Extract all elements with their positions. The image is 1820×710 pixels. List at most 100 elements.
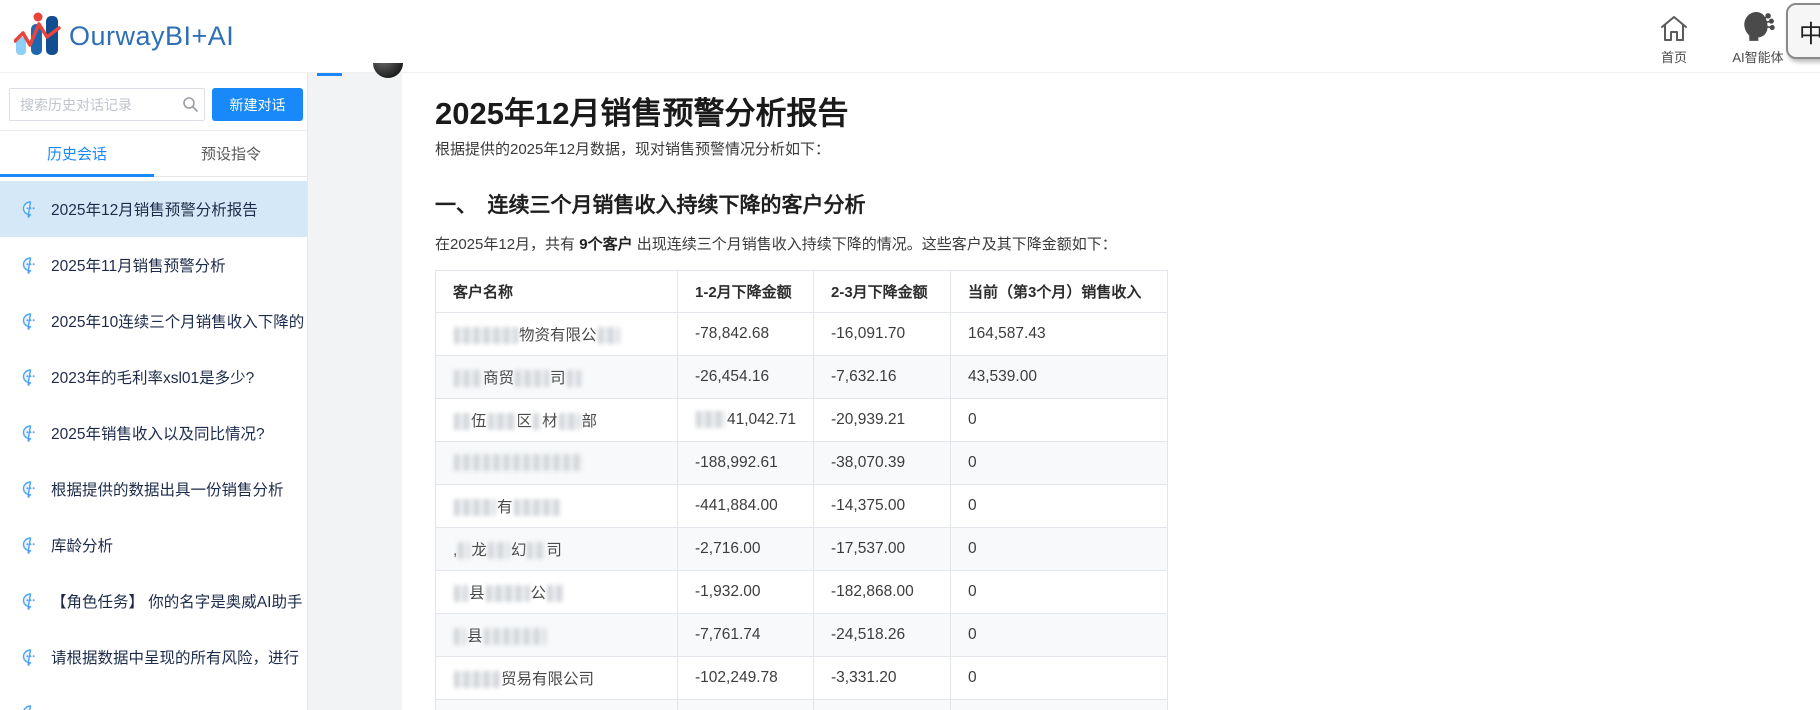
current-revenue-cell: 0: [950, 527, 1168, 571]
sidebar-item[interactable]: 2025年10连续三个月销售收入下降的: [0, 293, 307, 349]
sidebar-list: 2025年12月销售预警分析报告 2025年11月销售预警分析 2025年10连…: [0, 177, 307, 710]
nav-home-label: 首页: [1660, 50, 1687, 65]
language-toggle-button[interactable]: 中: [1786, 3, 1820, 59]
redacted-text: [454, 585, 468, 603]
sidebar-item[interactable]: 2025年11月销售预警分析: [0, 237, 307, 293]
redacted-text: [513, 499, 560, 517]
logo-chart-icon: [13, 11, 62, 62]
redacted-text: [547, 585, 564, 603]
drop-1-2-cell: -78,842.68: [677, 312, 814, 356]
drop-1-2-cell: [677, 699, 814, 710]
redacted-text: [566, 370, 581, 388]
chat-bubble-icon: [22, 480, 39, 498]
current-revenue-cell: 0: [950, 656, 1168, 700]
table-header-row: 客户名称 1-2月下降金额 2-3月下降金额 当前（第3个月）销售收入: [435, 270, 1168, 313]
drop-2-3-cell: -24,518.26: [813, 613, 951, 657]
table-row: 县 -7,761.74 -24,518.26 0: [435, 613, 1168, 657]
sidebar-tabs: 历史会话 预设指令: [0, 130, 307, 177]
chat-bubble-icon: [22, 256, 39, 274]
current-revenue-cell: 164,587.43: [950, 312, 1168, 356]
chat-bubble-icon: [22, 648, 39, 666]
drop-1-2-cell: -441,884.00: [677, 484, 814, 528]
chat-bubble-icon: [22, 704, 39, 710]
chat-bubble-icon: [22, 368, 39, 386]
sidebar-item[interactable]: 2023年的毛利率xsl01是多少?: [0, 349, 307, 405]
current-revenue-cell: 0: [950, 484, 1168, 528]
current-revenue-cell: 0: [950, 613, 1168, 657]
table-row: 贸易有限公司 -102,249.78 -3,331.20 0: [435, 656, 1168, 700]
customer-name-cell: [435, 441, 678, 485]
sidebar-item[interactable]: 2025年销售收入以及同比情况?: [0, 405, 307, 461]
col-drop-2-3: 2-3月下降金额: [813, 270, 951, 313]
customer-name-cell: 伍区材部: [435, 398, 678, 442]
section-1-heading: 一、 连续三个月销售收入持续下降的客户分析: [435, 194, 866, 217]
drop-1-2-cell: -26,454.16: [677, 355, 814, 399]
redacted-text: [533, 413, 542, 431]
drop-2-3-cell: -182,868.00: [813, 570, 951, 614]
sidebar-item-label: 根据提供的数据出具一份销售分析: [51, 482, 284, 499]
sidebar-item-label: 2025年销售收入以及同比情况?: [51, 426, 265, 443]
search-input[interactable]: [9, 88, 205, 121]
customer-name-cell: 商贸司: [435, 355, 678, 399]
nav-ai-agent-label: AI智能体: [1732, 50, 1784, 65]
chat-bubble-icon: [22, 424, 39, 442]
customer-name-cell: 贸易有限公司: [435, 656, 678, 700]
table-row: 有 -441,884.00 -14,375.00 0: [435, 484, 1168, 528]
redacted-text: [454, 671, 500, 689]
redacted-text: [454, 454, 582, 472]
col-current-revenue: 当前（第3个月）销售收入: [950, 270, 1168, 313]
redacted-text: [485, 585, 530, 603]
nav-ai-agent[interactable]: AI智能体: [1720, 10, 1796, 66]
sidebar-item[interactable]: 请根据数据中呈现的所有风险，进行: [0, 629, 307, 685]
chat-bubble-icon: [22, 200, 39, 218]
tab-preset-commands[interactable]: 预设指令: [154, 131, 307, 176]
sidebar-item[interactable]: 库龄分析: [0, 517, 307, 573]
table-row: 伍区材部 41,042.71 -20,939.21 0: [435, 398, 1168, 442]
drop-1-2-cell: -102,249.78: [677, 656, 814, 700]
sidebar-item[interactable]: 2025年12月销售预警分析报告: [0, 181, 307, 237]
tab-history[interactable]: 历史会话: [0, 131, 154, 177]
table-row: [435, 699, 1168, 710]
redacted-text: [454, 370, 482, 388]
sidebar-item[interactable]: [0, 685, 307, 710]
drop-1-2-cell: -188,992.61: [677, 441, 814, 485]
sidebar-item-label: 2025年11月销售预警分析: [51, 258, 226, 275]
table-row: 物资有限公 -78,842.68 -16,091.70 164,587.43: [435, 312, 1168, 356]
chat-bubble-icon: [22, 592, 39, 610]
redacted-text: [487, 413, 516, 431]
warning-table: 客户名称 1-2月下降金额 2-3月下降金额 当前（第3个月）销售收入 物资有限…: [435, 270, 1168, 710]
customer-name-cell: 县公: [435, 570, 678, 614]
ai-agent-icon: [1720, 10, 1796, 44]
report-title: 2025年12月销售预警分析报告: [435, 96, 849, 131]
sidebar-item-label: 2025年12月销售预警分析报告: [51, 202, 258, 219]
customer-name-cell: 县: [435, 613, 678, 657]
col-drop-1-2: 1-2月下降金额: [677, 270, 814, 313]
redacted-text: [454, 628, 466, 646]
drop-2-3-cell: -16,091.70: [813, 312, 951, 356]
search-icon: [182, 96, 199, 113]
sidebar-item[interactable]: 根据提供的数据出具一份销售分析: [0, 461, 307, 517]
section-1-intro: 在2025年12月，共有 9个客户 出现连续三个月销售收入持续下降的情况。这些客…: [435, 236, 1117, 253]
customer-name-cell: ,龙幻司: [435, 527, 678, 571]
nav-home[interactable]: 首页: [1636, 10, 1712, 66]
col-customer-name: 客户名称: [435, 270, 678, 313]
customer-count-bold: 9个客户: [579, 236, 633, 253]
table-row: 商贸司 -26,454.16 -7,632.16 43,539.00: [435, 355, 1168, 399]
sidebar-item[interactable]: 【角色任务】 你的名字是奥威AI助手: [0, 573, 307, 629]
drop-2-3-cell: -17,537.00: [813, 527, 951, 571]
customer-name-cell: 物资有限公: [435, 312, 678, 356]
chat-bubble-icon: [22, 536, 39, 554]
redacted-text: [515, 370, 550, 388]
drop-1-2-cell: -7,761.74: [677, 613, 814, 657]
current-revenue-cell: 43,539.00: [950, 355, 1168, 399]
chat-bubble-icon: [22, 312, 39, 330]
drop-2-3-cell: -14,375.00: [813, 484, 951, 528]
sidebar-item-label: 2025年10连续三个月销售收入下降的: [51, 314, 305, 331]
drop-2-3-cell: -20,939.21: [813, 398, 951, 442]
new-chat-button[interactable]: 新建对话: [212, 88, 303, 121]
sidebar-item-label: 库龄分析: [51, 538, 114, 555]
drop-2-3-cell: -38,070.39: [813, 441, 951, 485]
table-row: ,龙幻司 -2,716.00 -17,537.00 0: [435, 527, 1168, 571]
redacted-text: [696, 411, 726, 429]
current-revenue-cell: 0: [950, 398, 1168, 442]
